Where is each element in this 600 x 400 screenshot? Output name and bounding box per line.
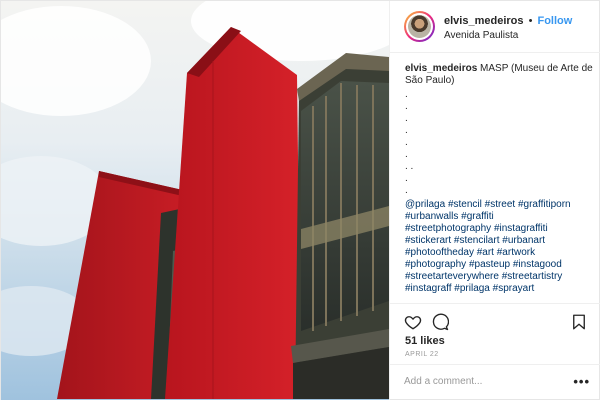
hashtag-line[interactable]: @prilaga #stencil #street #graffitiporn (405, 199, 595, 211)
post-sidebar: elvis_medeiros • Follow Avenida Paulista… (389, 1, 600, 400)
action-bar (390, 303, 600, 337)
caption-username[interactable]: elvis_medeiros (405, 63, 477, 74)
caption-dot-line: . (405, 125, 408, 136)
avatar[interactable] (404, 11, 435, 42)
caption-dot-line: . (405, 89, 408, 100)
post-date[interactable]: APRIL 22 (405, 351, 439, 358)
location-link[interactable]: Avenida Paulista (444, 30, 518, 41)
comment-bar: ••• (390, 364, 600, 400)
caption-dot-line: . . (405, 161, 414, 172)
follow-button[interactable]: Follow (537, 15, 572, 27)
caption-dot-line: . (405, 113, 408, 124)
hashtag-line[interactable]: #instagraff #prilaga #sprayart (405, 283, 595, 295)
hashtag-line[interactable]: #streetphotography #instagraffiti (405, 223, 595, 235)
comment-input[interactable] (404, 376, 564, 387)
hashtag-line[interactable]: #photography #pasteup #instagood (405, 259, 595, 271)
heart-icon[interactable] (404, 313, 422, 331)
more-options-icon[interactable]: ••• (573, 374, 590, 389)
bookmark-icon[interactable] (570, 313, 588, 331)
hashtag-line[interactable]: #streetarteverywhere #streetartistry (405, 271, 595, 283)
caption-dot-line: . (405, 185, 408, 196)
hashtag-line[interactable]: #stickerart #stencilart #urbanart (405, 235, 595, 247)
caption-dot-line: . (405, 149, 408, 160)
masp-building-photo (1, 1, 389, 400)
post-photo[interactable] (1, 1, 389, 400)
caption-dot-line: . (405, 137, 408, 148)
separator-dot: • (528, 15, 533, 27)
hashtag-line[interactable]: #photooftheday #art #artwork (405, 247, 595, 259)
hashtag-line[interactable]: #urbanwalls #graffiti (405, 211, 595, 223)
comment-icon[interactable] (431, 313, 450, 331)
username-link[interactable]: elvis_medeiros (444, 15, 524, 27)
caption-dots: . . . . . . . . . . (405, 89, 595, 197)
instagram-post: elvis_medeiros • Follow Avenida Paulista… (0, 0, 600, 400)
caption-hashtags: @prilaga #stencil #street #graffitiporn … (405, 199, 595, 295)
avatar-image (408, 15, 431, 38)
caption-dot-line: . (405, 101, 408, 112)
likes-count[interactable]: 51 likes (405, 335, 445, 347)
post-header: elvis_medeiros • Follow Avenida Paulista (390, 1, 600, 53)
caption-dot-line: . (405, 173, 408, 184)
post-caption: elvis_medeiros MASP (Museu de Arte de Sã… (405, 63, 595, 295)
